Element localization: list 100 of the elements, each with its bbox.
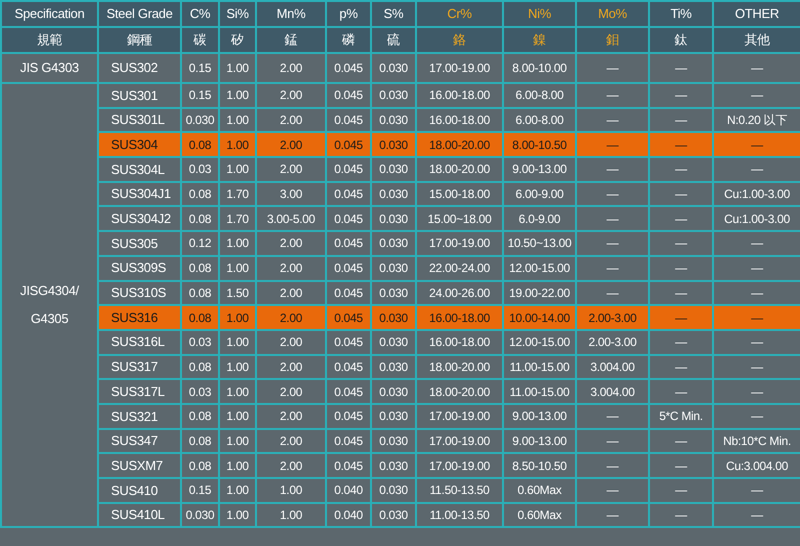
table-cell: 0.045: [326, 83, 371, 108]
column-header: 硫: [371, 27, 416, 53]
table-cell: —: [713, 256, 800, 280]
table-cell: —: [713, 132, 800, 158]
table-cell: 2.00: [256, 53, 326, 83]
table-cell: 0.030: [371, 305, 416, 330]
table-cell: 0.030: [371, 404, 416, 429]
table-cell: Nb:10*C Min.: [713, 428, 800, 454]
table-cell: 6.00-8.00: [503, 83, 576, 108]
table-cell: 9.00-13.00: [503, 428, 576, 454]
table-cell: 18.00-20.00: [416, 132, 503, 158]
table-cell: 15.00-18.00: [416, 182, 503, 206]
table-cell: 0.045: [326, 206, 371, 232]
table-cell: 0.030: [371, 354, 416, 380]
table-cell: 0.030: [371, 231, 416, 256]
table-cell: 0.030: [371, 330, 416, 355]
table-cell: —: [649, 453, 713, 478]
table-cell: 0.15: [181, 53, 219, 83]
table-cell: 0.030: [371, 132, 416, 158]
table-cell: —: [576, 132, 649, 158]
table-cell: —: [713, 231, 800, 256]
column-header: 鉬: [576, 27, 649, 53]
table-cell: 3.00-5.00: [256, 206, 326, 232]
column-header: 磷: [326, 27, 371, 53]
table-cell: 0.030: [371, 428, 416, 454]
grade-cell: SUS304J2: [98, 206, 181, 232]
table-cell: 16.00-18.00: [416, 108, 503, 132]
table-cell: 2.00: [256, 132, 326, 158]
table-cell: 0.030: [371, 280, 416, 306]
column-header: 碳: [181, 27, 219, 53]
table-cell: —: [576, 502, 649, 528]
table-cell: 17.00-19.00: [416, 404, 503, 429]
table-cell: 11.00-15.00: [503, 354, 576, 380]
table-cell: 6.00-8.00: [503, 108, 576, 132]
table-cell: 2.00: [256, 157, 326, 182]
table-cell: 0.040: [326, 478, 371, 503]
table-cell: 1.00: [219, 305, 256, 330]
grade-cell: SUS301: [98, 83, 181, 108]
table-cell: 10.50~13.00: [503, 231, 576, 256]
table-cell: 2.00: [256, 83, 326, 108]
table-cell: 1.00: [219, 132, 256, 158]
table-cell: 5*C Min.: [649, 404, 713, 429]
table-cell: 0.045: [326, 379, 371, 404]
grade-cell: SUS347: [98, 428, 181, 454]
table-cell: 0.045: [326, 157, 371, 182]
grade-cell: SUS316L: [98, 330, 181, 355]
table-cell: 17.00-19.00: [416, 53, 503, 83]
table-cell: 11.00-15.00: [503, 379, 576, 404]
table-cell: N:0.20 以下: [713, 108, 800, 132]
table-cell: —: [576, 157, 649, 182]
table-cell: 8.00-10.00: [503, 53, 576, 83]
table-cell: 16.00-18.00: [416, 330, 503, 355]
column-header: 鉻: [416, 27, 503, 53]
table-cell: —: [576, 428, 649, 454]
table-cell: —: [713, 280, 800, 306]
table-cell: 6.00-9.00: [503, 182, 576, 206]
table-cell: 8.50-10.50: [503, 453, 576, 478]
table-cell: 6.0-9.00: [503, 206, 576, 232]
table-cell: 0.03: [181, 379, 219, 404]
table-cell: —: [713, 157, 800, 182]
column-header: Si%: [219, 1, 256, 27]
table-cell: 0.045: [326, 231, 371, 256]
table-cell: 0.045: [326, 428, 371, 454]
table-cell: 0.045: [326, 108, 371, 132]
table-cell: 0.03: [181, 157, 219, 182]
table-cell: 16.00-18.00: [416, 305, 503, 330]
table-cell: 1.00: [219, 379, 256, 404]
table-cell: 1.00: [256, 502, 326, 528]
table-cell: 0.12: [181, 231, 219, 256]
table-cell: —: [576, 256, 649, 280]
grade-cell: SUS321: [98, 404, 181, 429]
grade-cell: SUS302: [98, 53, 181, 83]
grade-cell: SUS317: [98, 354, 181, 380]
table-cell: —: [576, 404, 649, 429]
table-cell: 1.00: [219, 83, 256, 108]
table-cell: 0.030: [371, 83, 416, 108]
table-cell: 22.00-24.00: [416, 256, 503, 280]
table-cell: Cu:1.00-3.00: [713, 206, 800, 232]
table-cell: 11.00-13.50: [416, 502, 503, 528]
grade-cell: SUS410: [98, 478, 181, 503]
table-cell: 1.00: [219, 157, 256, 182]
specification-cell: JISG4304/ G4305: [20, 283, 79, 326]
table-cell: —: [576, 182, 649, 206]
table-cell: 8.00-10.50: [503, 132, 576, 158]
table-cell: —: [649, 231, 713, 256]
grade-cell: SUS317L: [98, 379, 181, 404]
table-cell: 0.60Max: [503, 478, 576, 503]
column-header: 錳: [256, 27, 326, 53]
table-cell: 24.00-26.00: [416, 280, 503, 306]
table-cell: —: [649, 280, 713, 306]
table-cell: —: [649, 478, 713, 503]
table-cell: —: [576, 83, 649, 108]
column-header: p%: [326, 1, 371, 27]
table-cell: —: [713, 502, 800, 528]
table-cell: Cu:1.00-3.00: [713, 182, 800, 206]
table-cell: 0.030: [371, 256, 416, 280]
table-cell: 2.00: [256, 330, 326, 355]
table-cell: —: [713, 305, 800, 330]
table-cell: 2.00: [256, 354, 326, 380]
table-cell: 19.00-22.00: [503, 280, 576, 306]
